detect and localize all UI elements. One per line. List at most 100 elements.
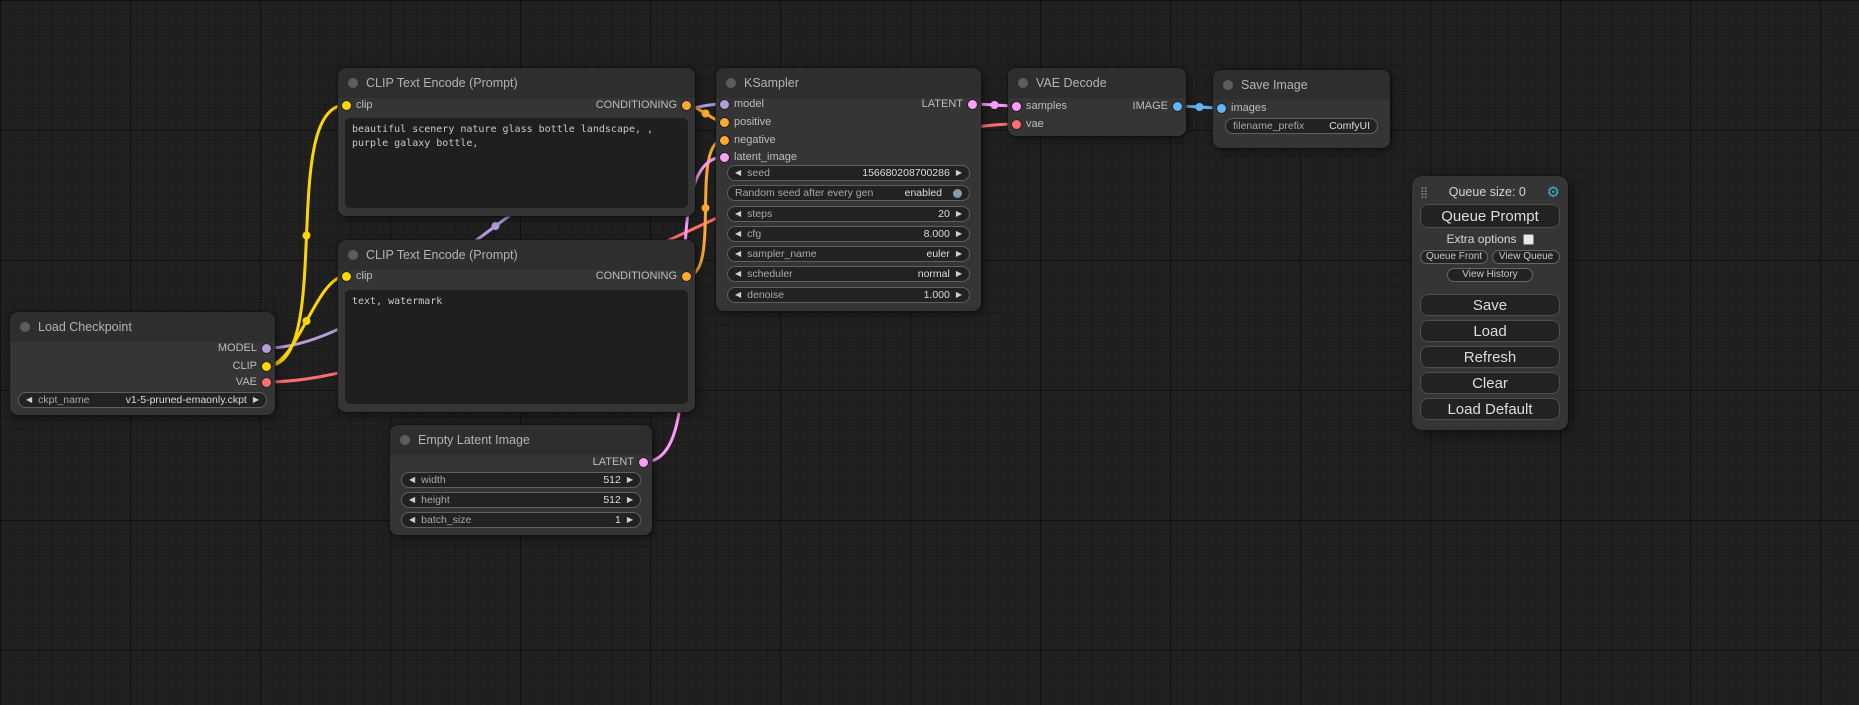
decrement-arrow-icon[interactable]: ◀ xyxy=(26,396,32,404)
increment-arrow-icon[interactable]: ▶ xyxy=(956,210,962,218)
decrement-arrow-icon[interactable]: ◀ xyxy=(735,270,741,278)
input-slot-negative[interactable]: negative xyxy=(720,131,776,149)
image-port-icon[interactable] xyxy=(1173,102,1182,111)
random-seed-toggle[interactable]: Random seed after every gen enabled xyxy=(727,185,970,201)
scheduler-widget[interactable]: ◀ scheduler normal ▶ xyxy=(727,266,970,282)
model-port-icon[interactable] xyxy=(262,344,271,353)
clip-port-icon[interactable] xyxy=(262,362,271,371)
conditioning-port-icon[interactable] xyxy=(682,101,691,110)
input-slot-positive[interactable]: positive xyxy=(720,113,771,131)
decrement-arrow-icon[interactable]: ◀ xyxy=(409,476,415,484)
node-vae-decode[interactable]: VAE Decode samples vae IMAGE xyxy=(1008,68,1186,136)
increment-arrow-icon[interactable]: ▶ xyxy=(627,496,633,504)
output-slot-model[interactable]: MODEL xyxy=(218,339,271,357)
output-slot-conditioning[interactable]: CONDITIONING xyxy=(596,96,691,114)
queue-menu-panel[interactable]: ⣿ Queue size: 0 ⚙ Queue Prompt Extra opt… xyxy=(1412,176,1568,430)
conditioning-port-icon[interactable] xyxy=(682,272,691,281)
input-slot-vae[interactable]: vae xyxy=(1012,115,1044,133)
load-button[interactable]: Load xyxy=(1420,320,1560,342)
decrement-arrow-icon[interactable]: ◀ xyxy=(735,291,741,299)
input-slot-model[interactable]: model xyxy=(720,95,764,113)
settings-gear-icon[interactable]: ⚙ xyxy=(1547,185,1560,200)
latent-port-icon[interactable] xyxy=(968,100,977,109)
view-history-button[interactable]: View History xyxy=(1447,268,1533,282)
clip-port-icon[interactable] xyxy=(342,101,351,110)
ckpt-name-widget[interactable]: ◀ ckpt_name v1-5-pruned-emaonly.ckpt ▶ xyxy=(18,392,267,408)
node-collapse-dot-icon[interactable] xyxy=(726,78,736,88)
queue-prompt-button[interactable]: Queue Prompt xyxy=(1420,204,1560,228)
node-collapse-dot-icon[interactable] xyxy=(400,435,410,445)
positive-prompt-textarea[interactable]: beautiful scenery nature glass bottle la… xyxy=(345,118,688,208)
input-slot-samples[interactable]: samples xyxy=(1012,97,1067,115)
node-ksampler[interactable]: KSampler model positive negative latent_… xyxy=(716,68,981,311)
view-queue-button[interactable]: View Queue xyxy=(1492,250,1560,264)
latent-port-icon[interactable] xyxy=(720,153,729,162)
conditioning-port-icon[interactable] xyxy=(720,118,729,127)
increment-arrow-icon[interactable]: ▶ xyxy=(253,396,259,404)
latent-port-icon[interactable] xyxy=(1012,102,1021,111)
input-slot-clip[interactable]: clip xyxy=(342,267,373,285)
node-title-bar[interactable]: CLIP Text Encode (Prompt) xyxy=(338,68,695,98)
decrement-arrow-icon[interactable]: ◀ xyxy=(735,250,741,258)
negative-prompt-textarea[interactable]: text, watermark xyxy=(345,290,688,404)
node-collapse-dot-icon[interactable] xyxy=(20,322,30,332)
vae-port-icon[interactable] xyxy=(1012,120,1021,129)
increment-arrow-icon[interactable]: ▶ xyxy=(956,230,962,238)
drag-handle-icon[interactable]: ⣿ xyxy=(1420,186,1428,199)
refresh-button[interactable]: Refresh xyxy=(1420,346,1560,368)
node-collapse-dot-icon[interactable] xyxy=(1018,78,1028,88)
output-slot-conditioning[interactable]: CONDITIONING xyxy=(596,267,691,285)
clear-button[interactable]: Clear xyxy=(1420,372,1560,394)
sampler-name-widget[interactable]: ◀ sampler_name euler ▶ xyxy=(727,246,970,262)
node-collapse-dot-icon[interactable] xyxy=(1223,80,1233,90)
save-button[interactable]: Save xyxy=(1420,294,1560,316)
node-title-bar[interactable]: Save Image xyxy=(1213,70,1390,100)
vae-port-icon[interactable] xyxy=(262,378,271,387)
node-load-checkpoint[interactable]: Load Checkpoint MODEL CLIP VAE ◀ ckpt_na… xyxy=(10,312,275,415)
decrement-arrow-icon[interactable]: ◀ xyxy=(409,516,415,524)
input-slot-clip[interactable]: clip xyxy=(342,96,373,114)
latent-port-icon[interactable] xyxy=(639,458,648,467)
output-slot-vae[interactable]: VAE xyxy=(236,373,271,391)
increment-arrow-icon[interactable]: ▶ xyxy=(627,516,633,524)
input-slot-latent-image[interactable]: latent_image xyxy=(720,148,797,166)
image-port-icon[interactable] xyxy=(1217,104,1226,113)
filename-prefix-widget[interactable]: filename_prefix ComfyUI xyxy=(1225,118,1378,134)
node-clip-text-encode-negative[interactable]: CLIP Text Encode (Prompt) clip CONDITION… xyxy=(338,240,695,412)
increment-arrow-icon[interactable]: ▶ xyxy=(956,250,962,258)
extra-options-checkbox[interactable] xyxy=(1523,234,1534,245)
queue-front-button[interactable]: Queue Front xyxy=(1420,250,1488,264)
load-default-button[interactable]: Load Default xyxy=(1420,398,1560,420)
decrement-arrow-icon[interactable]: ◀ xyxy=(409,496,415,504)
increment-arrow-icon[interactable]: ▶ xyxy=(627,476,633,484)
seed-widget[interactable]: ◀ seed 156680208700286 ▶ xyxy=(727,165,970,181)
increment-arrow-icon[interactable]: ▶ xyxy=(956,270,962,278)
batch-size-widget[interactable]: ◀ batch_size 1 ▶ xyxy=(401,512,641,528)
node-clip-text-encode-positive[interactable]: CLIP Text Encode (Prompt) clip CONDITION… xyxy=(338,68,695,216)
node-empty-latent-image[interactable]: Empty Latent Image LATENT ◀ width 512 ▶ … xyxy=(390,425,652,535)
denoise-widget[interactable]: ◀ denoise 1.000 ▶ xyxy=(727,287,970,303)
input-slot-images[interactable]: images xyxy=(1217,99,1266,117)
decrement-arrow-icon[interactable]: ◀ xyxy=(735,230,741,238)
height-widget[interactable]: ◀ height 512 ▶ xyxy=(401,492,641,508)
conditioning-port-icon[interactable] xyxy=(720,136,729,145)
node-title-bar[interactable]: Load Checkpoint xyxy=(10,312,275,342)
toggle-on-indicator-icon[interactable] xyxy=(953,189,962,198)
increment-arrow-icon[interactable]: ▶ xyxy=(956,169,962,177)
node-graph-canvas[interactable]: Load Checkpoint MODEL CLIP VAE ◀ ckpt_na… xyxy=(0,0,1859,705)
decrement-arrow-icon[interactable]: ◀ xyxy=(735,210,741,218)
model-port-icon[interactable] xyxy=(720,100,729,109)
node-title-bar[interactable]: CLIP Text Encode (Prompt) xyxy=(338,240,695,270)
output-slot-latent[interactable]: LATENT xyxy=(922,95,977,113)
width-widget[interactable]: ◀ width 512 ▶ xyxy=(401,472,641,488)
node-save-image[interactable]: Save Image images filename_prefix ComfyU… xyxy=(1213,70,1390,148)
cfg-widget[interactable]: ◀ cfg 8.000 ▶ xyxy=(727,226,970,242)
node-collapse-dot-icon[interactable] xyxy=(348,78,358,88)
node-title-bar[interactable]: Empty Latent Image xyxy=(390,425,652,455)
node-title-bar[interactable]: VAE Decode xyxy=(1008,68,1186,98)
decrement-arrow-icon[interactable]: ◀ xyxy=(735,169,741,177)
output-slot-image[interactable]: IMAGE xyxy=(1133,97,1182,115)
increment-arrow-icon[interactable]: ▶ xyxy=(956,291,962,299)
node-collapse-dot-icon[interactable] xyxy=(348,250,358,260)
steps-widget[interactable]: ◀ steps 20 ▶ xyxy=(727,206,970,222)
